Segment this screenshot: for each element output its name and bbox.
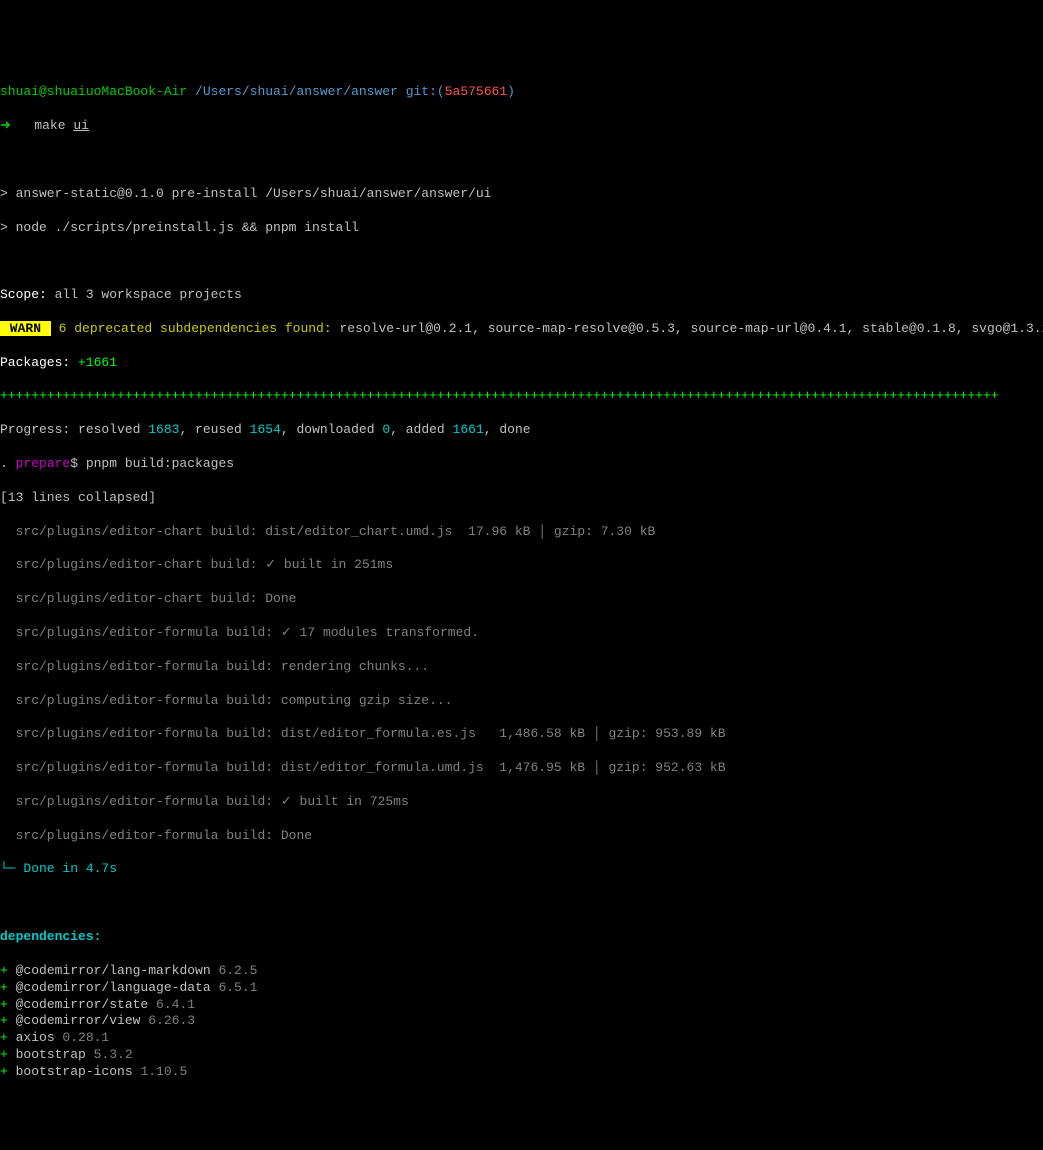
- build-line: src/plugins/editor-chart build: ✓ built …: [0, 557, 1043, 574]
- dep-line: + @codemirror/lang-markdown 6.2.5: [0, 963, 1043, 980]
- prepare-line: . prepare$ pnpm build:packages: [0, 456, 1043, 473]
- dep-line: + @codemirror/view 6.26.3: [0, 1013, 1043, 1030]
- build-line: src/plugins/editor-formula build: ✓ buil…: [0, 794, 1043, 811]
- terminal-output[interactable]: shuai@shuaiuoMacBook-Air /Users/shuai/an…: [0, 68, 1043, 1098]
- build-line: src/plugins/editor-formula build: Done: [0, 828, 1043, 845]
- build-line: src/plugins/editor-chart build: Done: [0, 591, 1043, 608]
- dep-line: + @codemirror/language-data 6.5.1: [0, 980, 1043, 997]
- build-line: src/plugins/editor-formula build: comput…: [0, 693, 1043, 710]
- build-line: src/plugins/editor-formula build: dist/e…: [0, 760, 1043, 777]
- progress-bar: ++++++++++++++++++++++++++++++++++++++++…: [0, 388, 1043, 405]
- npm-script-line: > node ./scripts/preinstall.js && pnpm i…: [0, 220, 1043, 237]
- dep-line: + bootstrap-icons 1.10.5: [0, 1064, 1043, 1081]
- build-line: src/plugins/editor-formula build: ✓ 17 m…: [0, 625, 1043, 642]
- packages-line: Packages: +1661: [0, 355, 1043, 372]
- progress-line: Progress: resolved 1683, reused 1654, do…: [0, 422, 1043, 439]
- dep-line: + @codemirror/state 6.4.1: [0, 997, 1043, 1014]
- prompt-line-cmd: ➜ make ui: [0, 118, 1043, 135]
- scope-line: Scope: all 3 workspace projects: [0, 287, 1043, 304]
- dep-line: + bootstrap 5.3.2: [0, 1047, 1043, 1064]
- build-line: src/plugins/editor-formula build: dist/e…: [0, 726, 1043, 743]
- npm-script-line: > answer-static@0.1.0 pre-install /Users…: [0, 186, 1043, 203]
- deps-header: dependencies:: [0, 929, 1043, 946]
- build-line: src/plugins/editor-formula build: render…: [0, 659, 1043, 676]
- collapsed-line: [13 lines collapsed]: [0, 490, 1043, 507]
- build-line: src/plugins/editor-chart build: dist/edi…: [0, 524, 1043, 541]
- prompt-line-prev: shuai@shuaiuoMacBook-Air /Users/shuai/an…: [0, 84, 1043, 101]
- warn-line: WARN 6 deprecated subdependencies found:…: [0, 321, 1043, 338]
- done-line: └─ Done in 4.7s: [0, 861, 1043, 878]
- dep-line: + axios 0.28.1: [0, 1030, 1043, 1047]
